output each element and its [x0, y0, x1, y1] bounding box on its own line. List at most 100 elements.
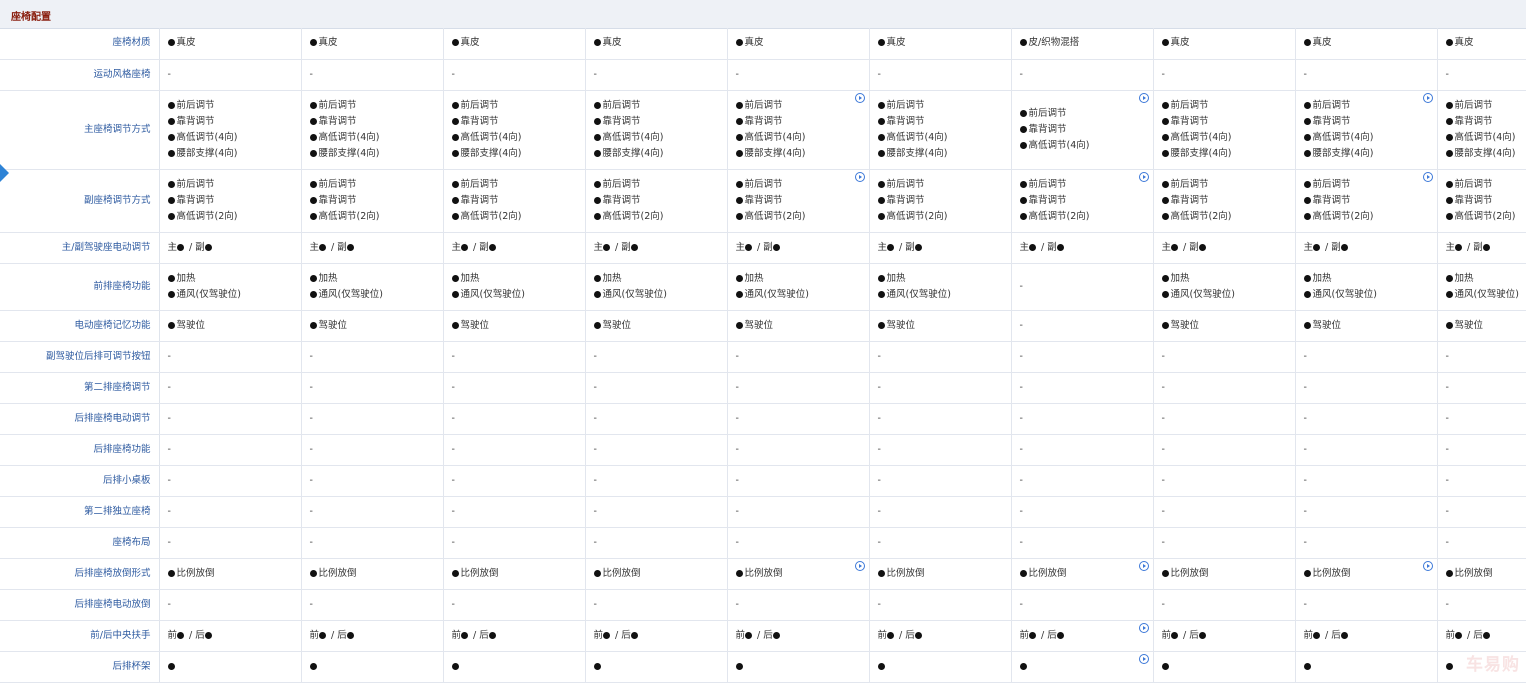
- spec-value: 前后调节: [878, 177, 1011, 193]
- spec-value: 加热: [168, 271, 301, 287]
- bullet-dot-icon: [594, 118, 601, 125]
- spec-cell: -: [301, 403, 443, 434]
- bullet-dot-icon: [1455, 244, 1462, 251]
- play-more-icon[interactable]: [1139, 623, 1149, 633]
- spec-value: -: [1304, 411, 1437, 427]
- spec-cell: -: [443, 59, 585, 90]
- spec-value: 主 / 副: [1162, 240, 1295, 256]
- bullet-dot-icon: [878, 39, 885, 46]
- spec-value: -: [736, 442, 869, 458]
- spec-cell: -: [443, 465, 585, 496]
- bullet-dot-icon: [631, 244, 638, 251]
- play-more-icon[interactable]: [1139, 654, 1149, 664]
- spec-value: 前 / 后: [1162, 628, 1295, 644]
- bullet-dot-icon: [1455, 632, 1462, 639]
- play-more-icon[interactable]: [1139, 172, 1149, 182]
- spec-value: 真皮: [1304, 35, 1437, 51]
- spec-cell: -: [869, 403, 1011, 434]
- bullet-dot-icon: [878, 322, 885, 329]
- spec-value: -: [1446, 67, 1526, 83]
- spec-cell: -: [1437, 465, 1526, 496]
- bullet-dot-icon: [736, 213, 743, 220]
- spec-row: 座椅材质真皮真皮真皮真皮真皮真皮皮/织物混搭真皮真皮真皮: [0, 28, 1526, 59]
- spec-cell: -: [1437, 434, 1526, 465]
- spec-value: -: [878, 504, 1011, 520]
- spec-cell: 前后调节靠背调节高低调节(2向): [1437, 169, 1526, 232]
- play-more-icon[interactable]: [855, 561, 865, 571]
- play-more-icon[interactable]: [855, 172, 865, 182]
- spec-cell: -: [159, 589, 301, 620]
- bullet-dot-icon: [1304, 322, 1311, 329]
- spec-value: 驾驶位: [452, 318, 585, 334]
- spec-value: -: [168, 535, 301, 551]
- spec-value: 前后调节: [1020, 106, 1153, 122]
- play-more-icon[interactable]: [1139, 561, 1149, 571]
- bullet-dot-icon: [1162, 181, 1169, 188]
- spec-cell: [869, 651, 1011, 682]
- spec-value: 前后调节: [452, 177, 585, 193]
- bullet-dot-icon: [594, 150, 601, 157]
- spec-value: 主 / 副: [1446, 240, 1526, 256]
- spec-cell: 比例放倒: [1011, 558, 1153, 589]
- spec-value: -: [310, 597, 443, 613]
- spec-value: 腰部支撑(4向): [736, 146, 869, 162]
- bullet-dot-icon: [1313, 632, 1320, 639]
- spec-row: 后排座椅电动放倒----------: [0, 589, 1526, 620]
- spec-cell: 前后调节靠背调节高低调节(2向): [869, 169, 1011, 232]
- bullet-dot-icon: [773, 244, 780, 251]
- spec-cell: -: [727, 434, 869, 465]
- spec-value: -: [1020, 411, 1153, 427]
- row-label: 运动风格座椅: [0, 59, 159, 90]
- spec-value: 驾驶位: [1304, 318, 1437, 334]
- bullet-dot-icon: [168, 102, 175, 109]
- spec-cell: 前 / 后: [1437, 620, 1526, 651]
- play-more-icon[interactable]: [1423, 561, 1433, 571]
- spec-value: -: [1304, 442, 1437, 458]
- spec-value: 高低调节(2向): [1162, 209, 1295, 225]
- spec-value: [310, 659, 443, 675]
- spec-row: 第二排座椅调节----------: [0, 372, 1526, 403]
- spec-value: 前 / 后: [310, 628, 443, 644]
- bullet-dot-icon: [310, 322, 317, 329]
- bullet-dot-icon: [1162, 134, 1169, 141]
- spec-value: 通风(仅驾驶位): [594, 287, 727, 303]
- spec-cell: -: [869, 434, 1011, 465]
- spec-value: -: [168, 597, 301, 613]
- play-more-icon[interactable]: [855, 93, 865, 103]
- bullet-dot-icon: [1446, 322, 1453, 329]
- play-more-icon[interactable]: [1139, 93, 1149, 103]
- bullet-dot-icon: [489, 632, 496, 639]
- spec-cell: 主 / 副: [585, 232, 727, 263]
- play-more-icon[interactable]: [1423, 93, 1433, 103]
- spec-cell: 驾驶位: [1437, 310, 1526, 341]
- spec-cell: -: [159, 341, 301, 372]
- spec-value: 前后调节: [168, 177, 301, 193]
- row-label: 前/后中央扶手: [0, 620, 159, 651]
- bullet-dot-icon: [915, 244, 922, 251]
- spec-value: 比例放倒: [736, 566, 869, 582]
- bullet-dot-icon: [452, 150, 459, 157]
- spec-cell: 加热通风(仅驾驶位): [585, 263, 727, 310]
- spec-value: -: [594, 473, 727, 489]
- spec-value: -: [594, 380, 727, 396]
- spec-cell: 前后调节靠背调节高低调节(4向): [1011, 90, 1153, 169]
- spec-value: -: [1162, 597, 1295, 613]
- spec-cell: 前 / 后: [443, 620, 585, 651]
- spec-value: 真皮: [1162, 35, 1295, 51]
- bullet-dot-icon: [1020, 197, 1027, 204]
- spec-value: 通风(仅驾驶位): [1162, 287, 1295, 303]
- spec-cell: 前后调节靠背调节高低调节(2向): [1295, 169, 1437, 232]
- spec-row: 后排座椅电动调节----------: [0, 403, 1526, 434]
- play-more-icon[interactable]: [1423, 172, 1433, 182]
- spec-cell: -: [1437, 527, 1526, 558]
- spec-cell: -: [443, 372, 585, 403]
- spec-value: 靠背调节: [1446, 114, 1526, 130]
- spec-cell: 比例放倒: [301, 558, 443, 589]
- bullet-dot-icon: [319, 244, 326, 251]
- spec-cell: 真皮: [443, 28, 585, 59]
- bullet-dot-icon: [603, 632, 610, 639]
- bullet-dot-icon: [594, 663, 601, 670]
- spec-value: -: [736, 349, 869, 365]
- spec-value: 通风(仅驾驶位): [736, 287, 869, 303]
- expand-arrow-icon[interactable]: [0, 164, 9, 182]
